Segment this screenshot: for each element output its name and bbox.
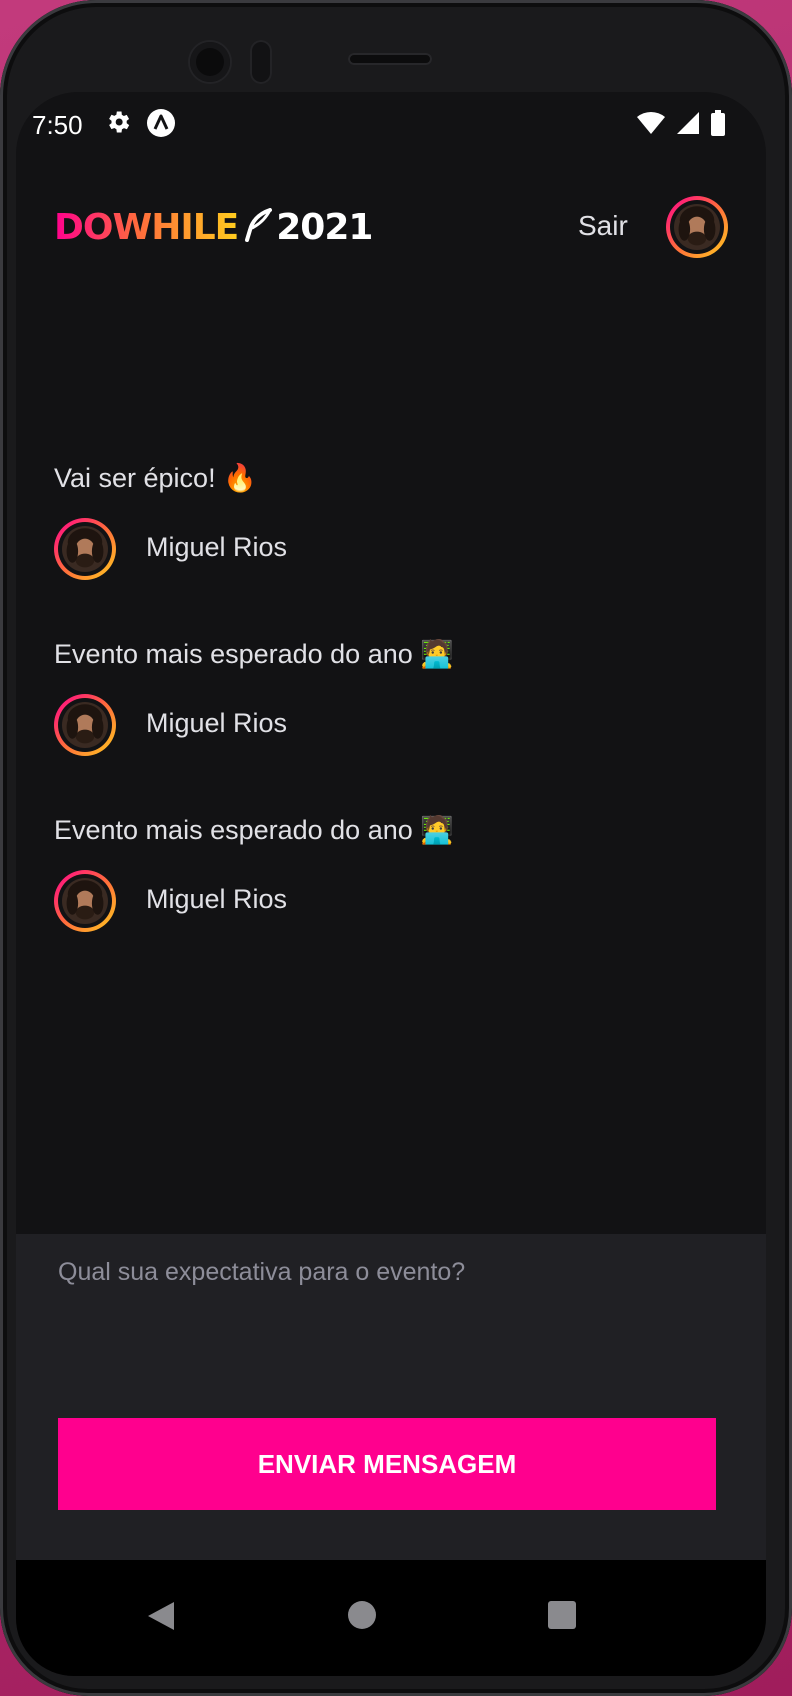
message-user: Miguel Rios — [54, 870, 454, 932]
message-user-name: Miguel Rios — [146, 532, 288, 562]
front-camera — [190, 42, 230, 82]
screen: 7:50 DOWHILE 2021 Sair Vai ser épico! 🔥 … — [16, 92, 766, 1676]
back-icon[interactable] — [146, 1600, 176, 1637]
stage: 7:50 DOWHILE 2021 Sair Vai ser épico! 🔥 … — [0, 0, 792, 1696]
message-text: Evento mais esperado do ano 🧑‍💻 — [54, 639, 454, 669]
message-input[interactable] — [58, 1258, 708, 1378]
phone-frame: 7:50 DOWHILE 2021 Sair Vai ser épico! 🔥 … — [0, 0, 792, 1696]
send-message-button[interactable]: ENVIAR MENSAGEM — [58, 1418, 716, 1510]
avatar-photo — [674, 204, 720, 250]
message-item: Evento mais esperado do ano 🧑‍💻 Miguel R… — [54, 814, 714, 932]
message-user-name: Miguel Rios — [146, 708, 288, 738]
message-user: Miguel Rios — [54, 518, 454, 580]
message-item: Vai ser épico! 🔥 Miguel Rios — [54, 462, 714, 580]
settings-icon — [104, 108, 132, 141]
message-item: Evento mais esperado do ano 🧑‍💻 Miguel R… — [54, 638, 714, 756]
user-avatar[interactable] — [666, 196, 728, 258]
battery-icon — [710, 110, 726, 141]
message-avatar — [54, 694, 116, 756]
earpiece-speaker — [348, 53, 432, 65]
logo-year: 2021 — [276, 206, 373, 248]
status-time: 7:50 — [32, 110, 83, 140]
message-avatar — [54, 870, 116, 932]
feather-icon — [244, 207, 273, 247]
message-user-name: Miguel Rios — [146, 884, 288, 914]
message-avatar — [54, 518, 116, 580]
system-nav-bar — [16, 1560, 766, 1676]
home-icon[interactable] — [347, 1600, 377, 1635]
logo-text: DOWHILE — [54, 206, 239, 248]
signal-icon — [676, 111, 700, 140]
status-right-icons — [636, 110, 726, 141]
send-message-form: ENVIAR MENSAGEM — [16, 1234, 766, 1560]
dowhile-logo: DOWHILE 2021 — [54, 206, 373, 248]
app-header: DOWHILE 2021 Sair — [16, 182, 766, 262]
message-text: Vai ser épico! 🔥 — [54, 463, 257, 493]
proximity-sensor — [250, 40, 272, 84]
message-text: Evento mais esperado do ano 🧑‍💻 — [54, 815, 454, 845]
wifi-icon — [636, 111, 666, 140]
message-user: Miguel Rios — [54, 694, 454, 756]
app-notification-icon — [146, 108, 176, 143]
signout-button[interactable]: Sair — [578, 210, 628, 242]
phone-top-bezel — [0, 0, 792, 100]
recents-icon[interactable] — [548, 1601, 576, 1634]
status-bar: 7:50 — [16, 92, 766, 158]
